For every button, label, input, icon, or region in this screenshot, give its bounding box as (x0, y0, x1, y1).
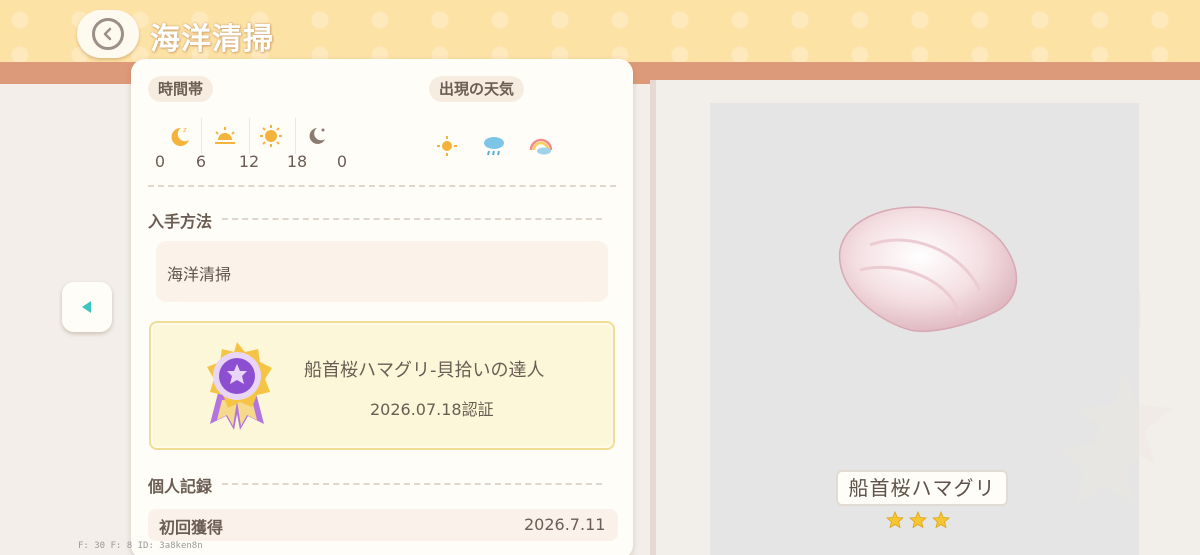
method-label: 入手方法 (148, 212, 213, 231)
prev-button[interactable] (62, 282, 112, 332)
time-divider (201, 118, 202, 154)
method-value: 海洋清掃 (167, 265, 232, 284)
achievement-title: 船首桜ハマグリ-貝拾いの達人 (304, 360, 545, 381)
divider (148, 185, 616, 187)
page-title: 海洋清掃 (150, 22, 274, 57)
time-tick: 0 (154, 152, 166, 171)
time-tick: 0 (336, 152, 348, 171)
time-label: 時間帯 (148, 76, 214, 102)
time-tick: 12 (238, 152, 260, 171)
star-icon (909, 511, 927, 529)
sunrise-icon (215, 127, 235, 144)
time-divider (295, 118, 296, 154)
rainbow-icon (529, 138, 553, 155)
rarity-stars (886, 511, 956, 531)
sun-icon (437, 136, 457, 156)
achievement-date: 2026.07.18認証 (370, 400, 494, 419)
moon-sleep-icon: z (171, 126, 189, 146)
clam-shell-icon (839, 206, 1017, 333)
back-arrow-icon (92, 18, 124, 50)
weather-label: 出現の天気 (429, 76, 525, 102)
decorative-star-icon (1057, 370, 1173, 505)
star-icon (932, 511, 950, 529)
star-icon (886, 511, 904, 529)
record-label: 個人記録 (148, 477, 213, 496)
moon-star-icon (309, 128, 325, 144)
time-icons: z (153, 118, 353, 154)
medal-icon (207, 342, 272, 430)
time-tick: 6 (195, 152, 207, 171)
sun-icon (260, 125, 282, 147)
first-acquired-label: 初回獲得 (159, 518, 224, 537)
triangle-left-icon (82, 301, 91, 313)
time-tick: 18 (286, 152, 308, 171)
debug-overlay: F: 30 F: 8 ID: 3a8ken8n (78, 541, 203, 551)
divider (222, 218, 602, 220)
divider (222, 483, 602, 485)
svg-text:z: z (183, 126, 187, 134)
back-button[interactable] (77, 10, 139, 58)
item-name: 船首桜ハマグリ (836, 470, 1008, 506)
rain-cloud-icon (484, 137, 504, 156)
time-divider (249, 118, 250, 154)
first-acquired-value: 2026.7.11 (524, 515, 606, 534)
